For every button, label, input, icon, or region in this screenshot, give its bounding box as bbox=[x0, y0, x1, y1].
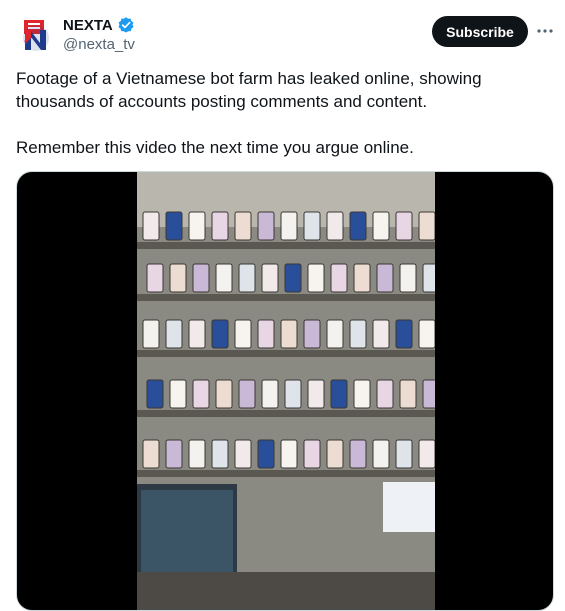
avatar[interactable] bbox=[16, 14, 56, 54]
tweet-card: NEXTA @nexta_tv Subscribe Footage of a V… bbox=[0, 0, 565, 611]
author-handle[interactable]: @nexta_tv bbox=[63, 36, 135, 53]
tweet-paragraph: Footage of a Vietnamese bot farm has lea… bbox=[16, 69, 482, 111]
verified-badge-icon bbox=[118, 17, 134, 33]
author-display-name[interactable]: NEXTA bbox=[63, 17, 113, 34]
more-dots-icon[interactable] bbox=[534, 18, 556, 44]
subscribe-button[interactable]: Subscribe bbox=[432, 16, 528, 47]
author-name-row[interactable]: NEXTA bbox=[63, 16, 135, 34]
video-frame-bot-farm bbox=[137, 172, 435, 610]
tweet-text: Footage of a Vietnamese bot farm has lea… bbox=[16, 67, 556, 159]
nexta-logo-icon bbox=[23, 20, 49, 51]
tweet-paragraph: Remember this video the next time you ar… bbox=[16, 138, 414, 157]
video-player[interactable] bbox=[16, 171, 554, 611]
